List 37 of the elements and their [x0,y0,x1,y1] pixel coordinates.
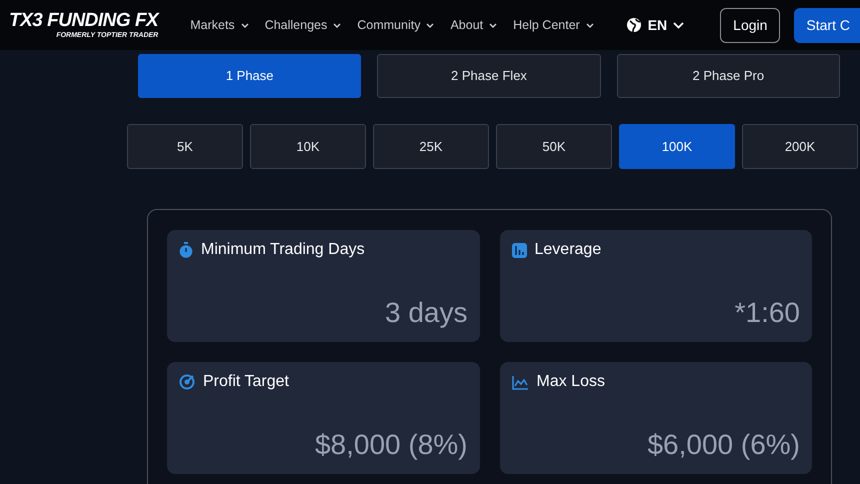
phase-tab[interactable]: 2 Phase Flex [377,54,601,98]
bar-chart-icon [512,242,526,258]
account-size-tab[interactable]: 50K [496,124,612,169]
nav-menu-item[interactable]: Community [357,16,434,34]
account-size-tab[interactable]: 200K [742,124,858,169]
stat-value: 3 days [385,296,468,330]
phase-tab[interactable]: 1 Phase [138,54,362,98]
stat-value: $8,000 (8%) [314,428,468,462]
stat-title: Profit Target [203,372,289,392]
account-size-tab[interactable]: 25K [373,124,489,169]
chevron-down-icon [333,22,342,28]
line-chart-icon [512,374,528,390]
stat-title: Leverage [534,240,602,260]
account-size-tab[interactable]: 10K [250,124,366,169]
chevron-down-icon [240,22,249,28]
login-button[interactable]: Login [720,8,780,42]
target-icon [179,374,195,390]
chevron-down-icon [426,22,434,28]
chevron-down-icon [586,22,594,28]
chevron-down-icon [673,22,684,28]
nav-menu-item[interactable]: Markets [190,16,249,34]
phase-tab[interactable]: 2 Phase Pro [616,54,840,98]
start-challenge-button[interactable]: Start C [794,8,860,42]
brand-logo[interactable]: TX3 FUNDING FX [9,10,158,30]
stat-title: Max Loss [536,372,605,392]
chevron-down-icon [489,22,498,28]
nav-menu-item[interactable]: About [450,16,498,34]
stat-value: $6,000 (6%) [647,428,800,462]
account-size-tab[interactable]: 5K [127,124,243,169]
globe-icon [626,17,642,33]
language-selector[interactable]: EN [620,14,690,36]
nav-menu-item[interactable]: Help Center [513,16,594,34]
account-size-tab[interactable]: 100K [619,124,735,169]
nav-menu-item[interactable]: Challenges [264,16,342,34]
stat-title: Minimum Trading Days [201,240,365,260]
stat-value: *1:60 [734,296,800,330]
stopwatch-icon [179,242,193,258]
